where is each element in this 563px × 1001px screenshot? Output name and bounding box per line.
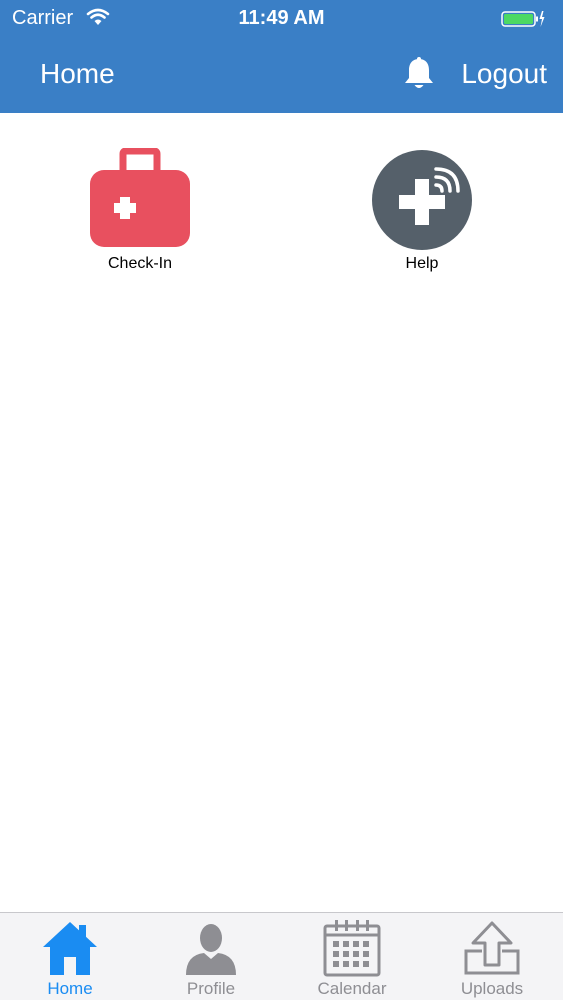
check-in-label: Check-In	[107, 255, 173, 272]
bell-icon[interactable]	[402, 56, 436, 92]
header: Carrier 11:49 AM Home Logout	[0, 0, 563, 113]
check-in-tile[interactable]: Check-In	[60, 148, 220, 278]
page-title: Home	[40, 58, 115, 89]
tab-uploads-label: Uploads	[460, 979, 524, 998]
help-label: Help	[405, 255, 439, 272]
help-cross-signal-icon	[372, 150, 472, 250]
tab-home-label: Home	[47, 979, 93, 998]
status-bar: Carrier 11:49 AM	[0, 0, 563, 38]
tab-home[interactable]: Home	[0, 913, 140, 1001]
tab-profile-label: Profile	[186, 979, 236, 998]
upload-icon	[464, 921, 520, 975]
person-icon	[186, 924, 236, 975]
tab-calendar[interactable]: Calendar	[282, 913, 422, 1001]
tab-profile[interactable]: Profile	[141, 913, 281, 1001]
tab-calendar-label: Calendar	[317, 979, 387, 998]
status-time: 11:49 AM	[238, 7, 325, 29]
first-aid-kit-icon	[90, 148, 190, 247]
tab-bar: Home Profile Calendar Uploads	[0, 912, 563, 1000]
tab-uploads[interactable]: Uploads	[422, 913, 562, 1001]
battery-icon	[501, 11, 545, 27]
calendar-icon	[323, 920, 381, 977]
help-tile[interactable]: Help	[342, 148, 502, 278]
logout-button[interactable]: Logout	[461, 58, 547, 90]
house-icon	[43, 922, 97, 975]
